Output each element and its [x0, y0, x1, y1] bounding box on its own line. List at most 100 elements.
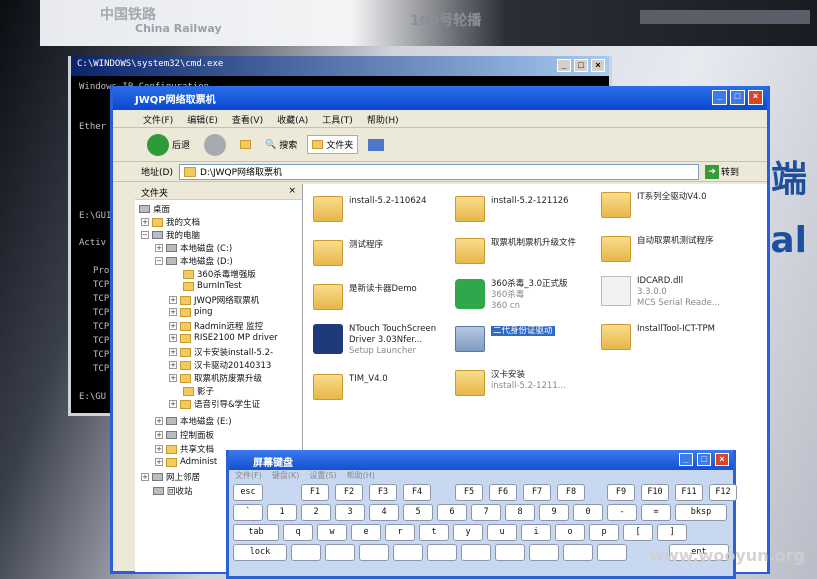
explorer-titlebar[interactable]: JWQP网络取票机 _ □ × [113, 86, 767, 110]
tree-item[interactable]: + Radmin远程 监控 [169, 320, 263, 332]
close-button[interactable]: × [748, 90, 763, 105]
key[interactable] [563, 544, 593, 561]
file-item[interactable]: install-5.2-110624 [313, 196, 427, 222]
key-t[interactable]: t [419, 524, 449, 541]
key-p[interactable]: p [589, 524, 619, 541]
expand-icon[interactable]: + [169, 348, 177, 356]
menu-help[interactable]: 帮助(H) [367, 113, 399, 126]
key-F7[interactable]: F7 [523, 484, 551, 501]
tree-item-recycle-bin[interactable]: 回收站 [153, 485, 193, 497]
tree-item-network[interactable]: + 网上邻居 [141, 471, 200, 483]
key-5[interactable]: 5 [403, 504, 433, 521]
key-4[interactable]: 4 [369, 504, 399, 521]
file-item-selected[interactable]: 二代身份证驱动 [455, 326, 555, 352]
expand-icon[interactable]: + [155, 458, 163, 466]
tree-item-drive-e[interactable]: + 本地磁盘 (E:) [155, 415, 232, 427]
tree-item-my-documents[interactable]: + 我的文档 [141, 216, 200, 228]
key-F12[interactable]: F12 [709, 484, 737, 501]
key-1[interactable]: 1 [267, 504, 297, 521]
expand-icon[interactable]: + [169, 374, 177, 382]
key-9[interactable]: 9 [539, 504, 569, 521]
key-u[interactable]: u [487, 524, 517, 541]
up-button[interactable] [236, 138, 255, 151]
tree-item[interactable]: 影子 [183, 385, 214, 397]
key[interactable] [291, 544, 321, 561]
tree-item[interactable]: + 取票机防废票升级 [169, 372, 262, 384]
osk-minimize-button[interactable]: _ [679, 453, 693, 466]
key[interactable] [325, 544, 355, 561]
key-F5[interactable]: F5 [455, 484, 483, 501]
tree-item-shared-docs[interactable]: + 共享文档 [155, 443, 214, 455]
key-=[interactable]: = [641, 504, 671, 521]
address-input[interactable]: D:\JWQP网络取票机 [178, 163, 699, 180]
key-6[interactable]: 6 [437, 504, 467, 521]
file-item[interactable]: install-5.2-121126 [455, 196, 569, 222]
key-r[interactable]: r [385, 524, 415, 541]
file-item[interactable]: IT系列全驱动V4.0 [601, 192, 707, 218]
key-o[interactable]: o [555, 524, 585, 541]
tree-item[interactable]: + 语音引导&学生证 [169, 398, 260, 410]
key-bksp[interactable]: bksp [675, 504, 727, 521]
menu-edit[interactable]: 编辑(E) [187, 113, 218, 126]
expand-icon[interactable]: + [169, 296, 177, 304]
file-item[interactable]: NTouch TouchScreen Driver 3.03Nfer... Set… [313, 324, 449, 357]
key-esc[interactable]: esc [233, 484, 263, 501]
osk-menu-file[interactable]: 文件(F) [235, 470, 262, 482]
folders-button[interactable]: 文件夹 [307, 135, 359, 154]
expand-icon[interactable]: + [169, 322, 177, 330]
menu-tools[interactable]: 工具(T) [322, 113, 353, 126]
key-F10[interactable]: F10 [641, 484, 669, 501]
file-item[interactable]: TIM_V4.0 [313, 374, 388, 400]
osk-titlebar[interactable]: 屏幕键盘 _ □ × [229, 450, 733, 470]
minimize-button[interactable]: _ [712, 90, 727, 105]
tree-item-drive-c[interactable]: + 本地磁盘 (C:) [155, 242, 232, 254]
key-tab[interactable]: tab [233, 524, 279, 541]
cmd-close-button[interactable]: × [591, 59, 605, 72]
key-F1[interactable]: F1 [301, 484, 329, 501]
key-y[interactable]: y [453, 524, 483, 541]
key-q[interactable]: q [283, 524, 313, 541]
expand-icon[interactable]: + [169, 308, 177, 316]
key-F4[interactable]: F4 [403, 484, 431, 501]
tree-item[interactable]: 360杀毒增强版 [183, 268, 256, 280]
key[interactable] [495, 544, 525, 561]
key[interactable] [597, 544, 627, 561]
key-7[interactable]: 7 [471, 504, 501, 521]
close-pane-icon[interactable]: × [288, 186, 296, 197]
key-w[interactable]: w [317, 524, 347, 541]
key-F9[interactable]: F9 [607, 484, 635, 501]
tree-item-desktop[interactable]: 桌面 [139, 203, 170, 215]
tree-item-administrator[interactable]: + Administ [155, 457, 217, 467]
key-e[interactable]: e [351, 524, 381, 541]
osk-menu-keyboard[interactable]: 键盘(K) [272, 470, 300, 482]
menu-favorites[interactable]: 收藏(A) [277, 113, 308, 126]
file-item[interactable]: 汉卡安装 install-5.2-1211... [455, 370, 566, 396]
key-F2[interactable]: F2 [335, 484, 363, 501]
tree-item[interactable]: + ping [169, 307, 213, 317]
menu-view[interactable]: 查看(V) [232, 113, 263, 126]
cmd-titlebar[interactable]: C:\WINDOWS\system32\cmd.exe [71, 56, 609, 76]
expand-icon[interactable]: + [169, 334, 177, 342]
key-lock[interactable]: lock [233, 544, 287, 561]
file-item[interactable]: 测试程序 [313, 240, 383, 266]
key-F6[interactable]: F6 [489, 484, 517, 501]
tree-item[interactable]: + JWQP网络取票机 [169, 294, 259, 306]
key-3[interactable]: 3 [335, 504, 365, 521]
tree-item-drive-d[interactable]: − 本地磁盘 (D:) [155, 255, 233, 267]
expand-icon[interactable]: + [169, 400, 177, 408]
file-item[interactable]: 自动取票机测试程序 [601, 236, 714, 262]
key--[interactable]: - [607, 504, 637, 521]
expand-icon[interactable]: + [155, 417, 163, 425]
collapse-icon[interactable]: − [155, 257, 163, 265]
tree-item-my-computer[interactable]: − 我的电脑 [141, 229, 200, 241]
cmd-minimize-button[interactable]: _ [557, 59, 571, 72]
back-button[interactable]: 后退 [143, 132, 194, 158]
key[interactable] [427, 544, 457, 561]
maximize-button[interactable]: □ [730, 90, 745, 105]
key-F3[interactable]: F3 [369, 484, 397, 501]
key-F11[interactable]: F11 [675, 484, 703, 501]
expand-icon[interactable]: + [155, 431, 163, 439]
file-item[interactable]: InstallTool-ICT-TPM [601, 324, 715, 350]
tree-item[interactable]: BurnInTest [183, 281, 242, 291]
go-button[interactable]: ➜ 转到 [704, 164, 739, 179]
